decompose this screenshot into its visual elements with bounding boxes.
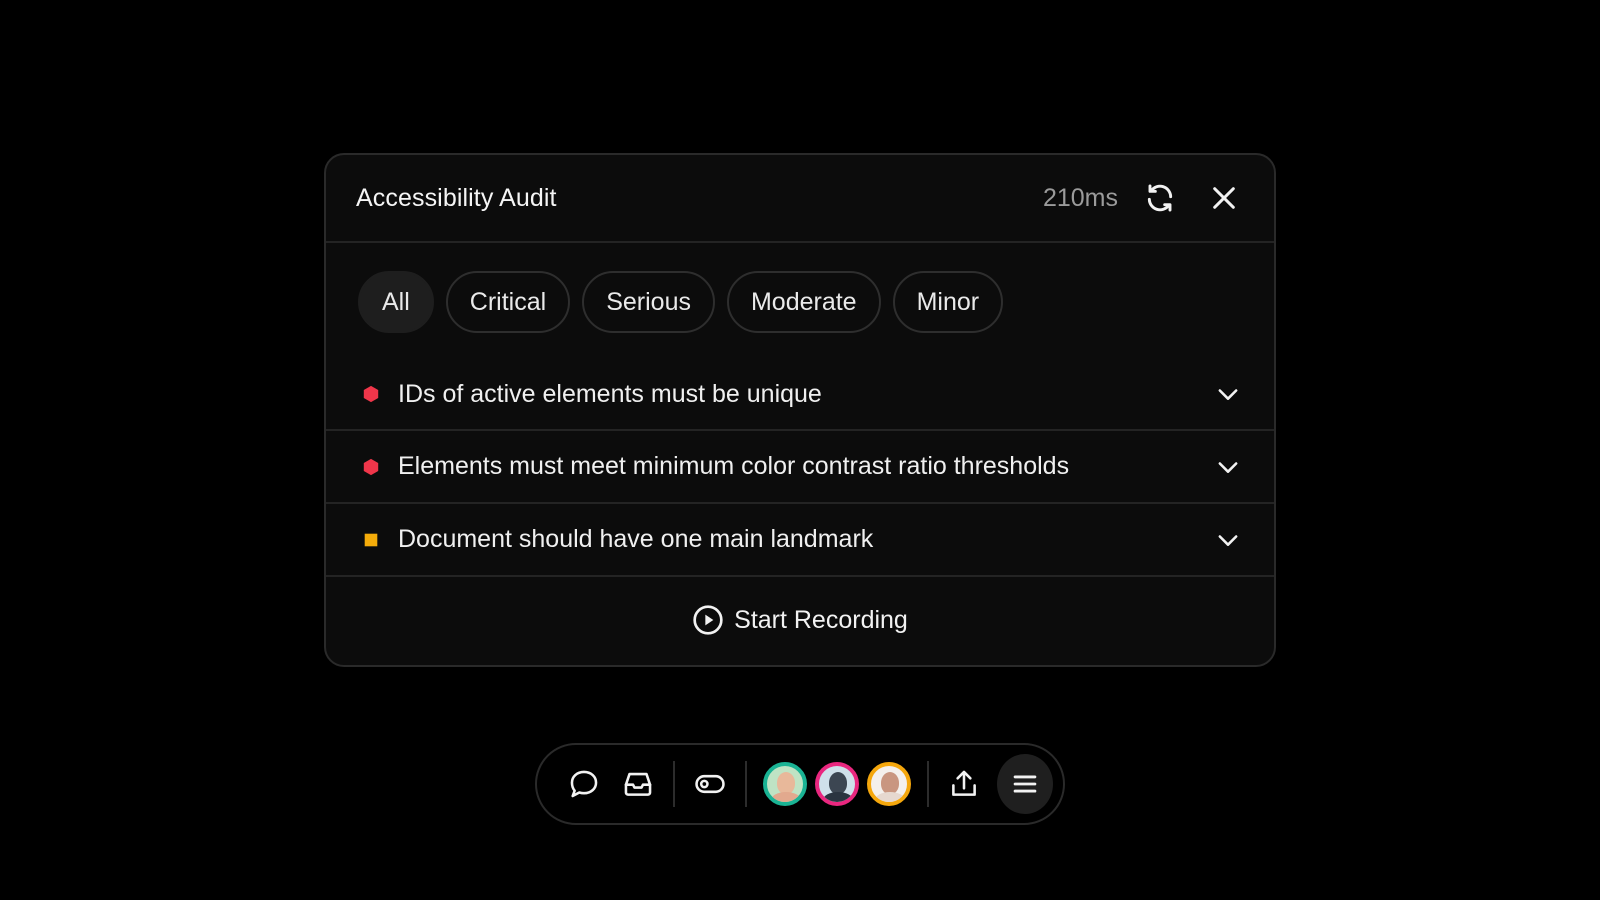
issue-title: IDs of active elements must be unique [398,379,822,408]
menu-icon [1013,775,1037,793]
toolbar-divider [927,761,929,807]
comment-button[interactable] [557,755,611,813]
issue-row[interactable]: IDs of active elements must be unique [326,359,1274,431]
audit-duration: 210ms [1042,183,1118,212]
chevron-down-icon[interactable] [1214,526,1242,554]
toggle-icon [695,774,725,794]
inbox-button[interactable] [611,755,665,813]
issue-list: IDs of active elements must be unique El… [326,359,1274,577]
accessibility-audit-panel: Accessibility Audit 210ms All Critical S… [324,153,1276,667]
share-button[interactable] [937,755,991,813]
toggle-button[interactable] [683,755,737,813]
bottom-toolbar [535,743,1065,825]
comment-icon [570,770,598,798]
critical-hexagon-icon [363,385,379,403]
toolbar-divider [673,761,676,807]
panel-header: Accessibility Audit 210ms [326,155,1274,243]
start-recording-label: Start Recording [734,605,908,634]
refresh-icon [1147,184,1173,212]
issue-title: Document should have one main landmark [398,525,874,553]
start-recording-button[interactable]: Start Recording [326,577,1274,663]
share-icon [952,770,976,796]
filter-minor[interactable]: Minor [892,271,1004,333]
refresh-button[interactable] [1140,178,1180,218]
issue-row[interactable]: Document should have one main landmark [326,504,1274,577]
critical-hexagon-icon [363,458,379,475]
close-button[interactable] [1204,178,1244,218]
play-circle-icon [693,605,723,635]
issue-title: Elements must meet minimum color contras… [398,452,1070,480]
avatar[interactable] [815,762,860,806]
issue-row[interactable]: Elements must meet minimum color contras… [326,431,1274,504]
close-icon [1213,187,1235,209]
menu-button[interactable] [997,754,1053,814]
filter-critical[interactable]: Critical [445,271,571,333]
moderate-square-icon [364,533,378,546]
chevron-down-icon[interactable] [1214,453,1242,481]
filter-serious[interactable]: Serious [582,271,715,333]
panel-title: Accessibility Audit [356,183,557,212]
avatar[interactable] [763,762,808,806]
severity-filters: All Critical Serious Moderate Minor [326,243,1274,359]
toolbar-divider [745,761,748,807]
filter-all[interactable]: All [358,271,434,333]
filter-moderate[interactable]: Moderate [726,271,881,333]
chevron-down-icon[interactable] [1214,380,1242,408]
collaborator-avatars [763,762,912,806]
inbox-icon [624,772,652,796]
avatar[interactable] [867,762,912,806]
